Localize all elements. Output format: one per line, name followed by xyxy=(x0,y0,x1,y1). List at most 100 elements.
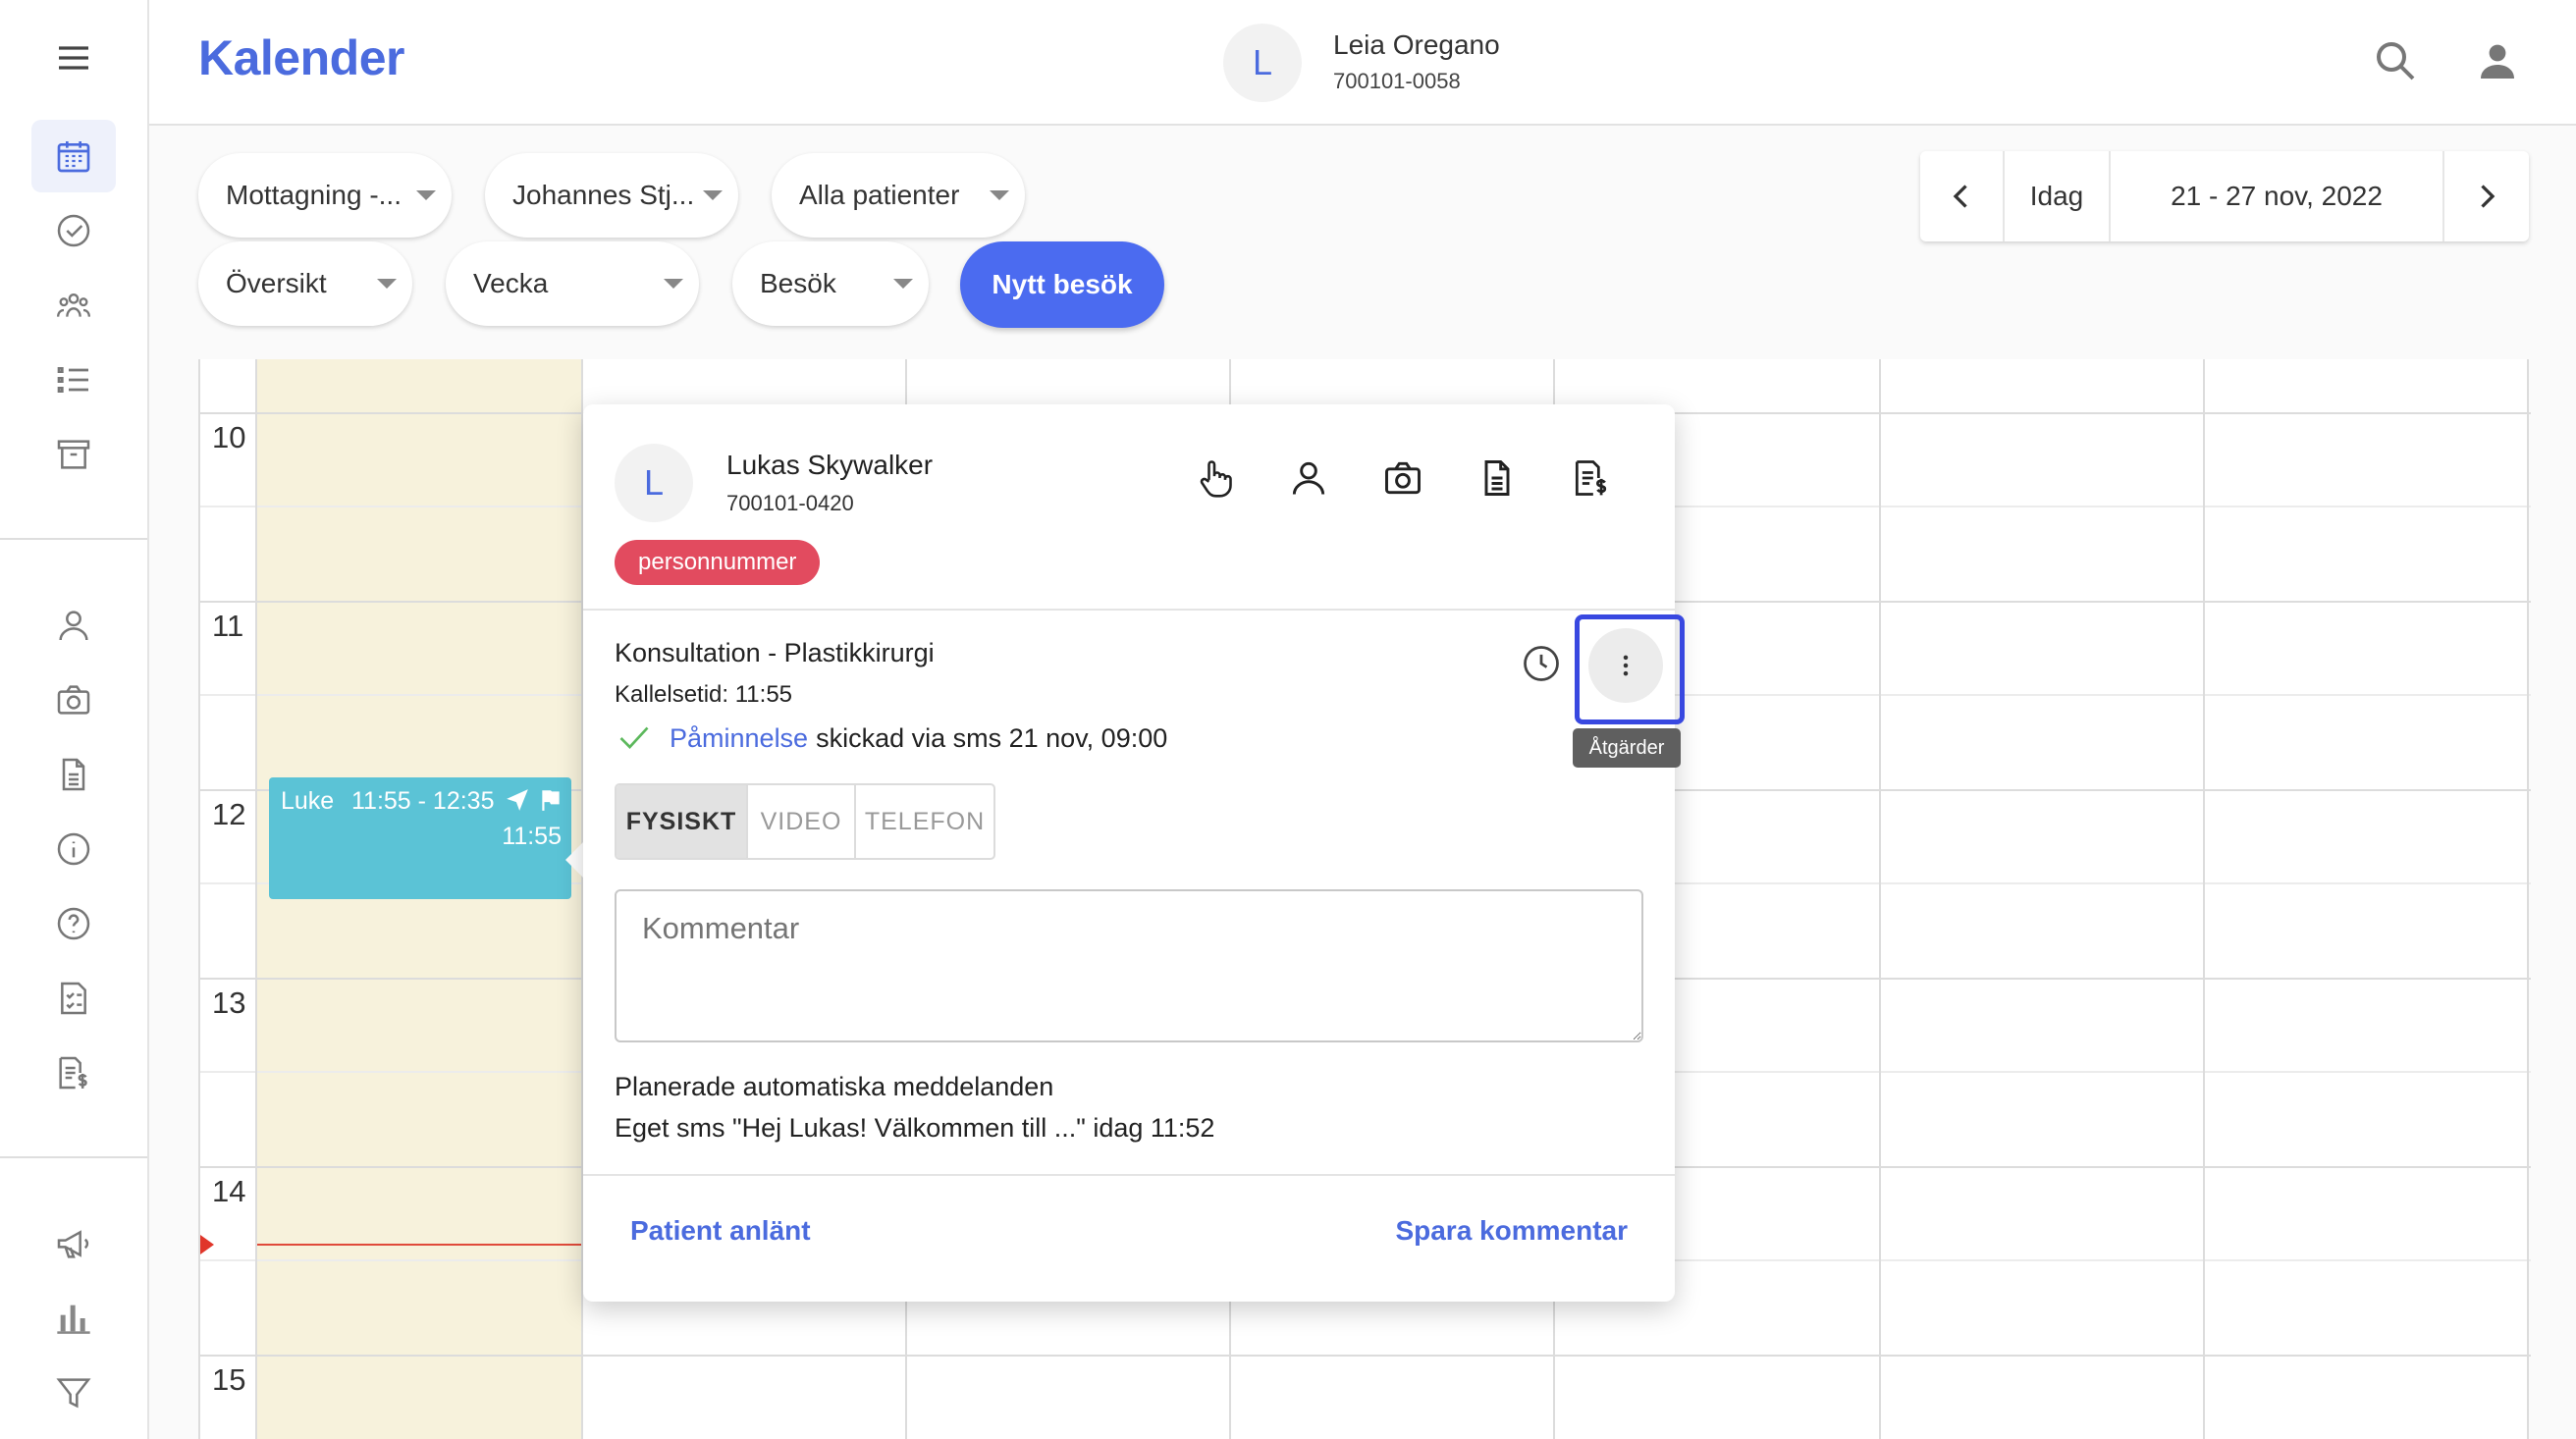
help-icon[interactable] xyxy=(31,887,116,960)
event-patient-name: Luke xyxy=(281,787,335,815)
patient-avatar: L xyxy=(615,444,693,522)
popup-pointer xyxy=(565,842,583,878)
patient-arrived-button[interactable]: Patient anlänt xyxy=(630,1215,811,1247)
today-button[interactable]: Idag xyxy=(2005,151,2111,241)
chevron-down-icon xyxy=(377,279,397,289)
type-select[interactable]: Besök xyxy=(732,241,929,326)
call-time: Kallelsetid: 11:55 xyxy=(615,681,793,708)
patient-personnummer: 700101-0420 xyxy=(726,491,854,515)
clock-icon[interactable] xyxy=(1520,642,1563,685)
type-select-value: Besök xyxy=(760,268,836,298)
patient-name[interactable]: Lukas Skywalker xyxy=(726,450,933,481)
menu-icon[interactable] xyxy=(31,22,116,94)
period-select[interactable]: Vecka xyxy=(446,241,699,326)
next-week-button[interactable] xyxy=(2444,151,2529,241)
info-icon[interactable] xyxy=(31,813,116,885)
pointer-hand-icon[interactable] xyxy=(1192,455,1237,501)
date-range[interactable]: 21 - 27 nov, 2022 xyxy=(2111,151,2444,241)
check-circle-icon[interactable] xyxy=(31,194,116,267)
reminder-status: Påminnelse skickad via sms 21 nov, 09:00 xyxy=(615,720,1167,756)
search-icon[interactable] xyxy=(2370,35,2421,86)
popup-divider xyxy=(583,1174,1675,1176)
reminder-link[interactable]: Påminnelse xyxy=(670,723,808,754)
patients-select[interactable]: Alla patienter xyxy=(772,153,1025,238)
account-icon[interactable] xyxy=(2472,35,2523,86)
hour-label: 13 xyxy=(212,986,246,1020)
practitioner-select-value: Johannes Stj... xyxy=(512,180,695,210)
chevron-right-icon xyxy=(2481,185,2496,208)
day-divider xyxy=(1879,359,1881,1439)
auto-message-item: Eget sms "Hej Lukas! Välkommen till ..."… xyxy=(615,1113,1215,1143)
new-visit-button[interactable]: Nytt besök xyxy=(960,241,1164,328)
chevron-left-icon xyxy=(1953,185,1967,208)
hour-label: 11 xyxy=(212,609,244,643)
sidebar-divider xyxy=(0,538,147,540)
visit-mode-toggle: FYSISKT VIDEO TELEFON xyxy=(615,783,995,860)
view-select-value: Översikt xyxy=(226,268,327,298)
reminder-text: skickad via sms 21 nov, 09:00 xyxy=(816,722,1168,753)
filter-icon[interactable] xyxy=(31,1357,116,1429)
previous-week-button[interactable] xyxy=(1920,151,2005,241)
sidebar-divider xyxy=(0,1156,147,1158)
comment-field[interactable] xyxy=(615,889,1643,1042)
patient-action-bar xyxy=(1192,455,1614,501)
user-avatar[interactable]: L xyxy=(1223,24,1302,102)
more-vert-icon xyxy=(1623,655,1629,676)
date-navigator: Idag 21 - 27 nov, 2022 xyxy=(1920,151,2529,241)
document-icon[interactable] xyxy=(1475,455,1520,501)
person-icon[interactable] xyxy=(1286,455,1331,501)
today-column[interactable] xyxy=(257,359,581,1439)
chevron-down-icon xyxy=(990,190,1009,200)
group-icon[interactable] xyxy=(31,269,116,342)
invoice-icon[interactable] xyxy=(31,1037,116,1109)
archive-icon[interactable] xyxy=(31,418,116,491)
day-divider xyxy=(2203,359,2205,1439)
megaphone-icon[interactable] xyxy=(31,1207,116,1280)
calendar-event[interactable]: Luke 11:55 - 12:35 11:55 xyxy=(269,777,571,899)
chevron-down-icon xyxy=(416,190,436,200)
mode-phone[interactable]: TELEFON xyxy=(856,785,993,858)
check-icon xyxy=(619,726,649,749)
current-time-line xyxy=(257,1244,581,1246)
bar-chart-icon[interactable] xyxy=(31,1282,116,1355)
user-personnummer: 700101-0058 xyxy=(1333,69,1461,93)
save-comment-button[interactable]: Spara kommentar xyxy=(1395,1215,1628,1247)
user-name: Leia Oregano xyxy=(1333,29,1500,60)
mode-physical[interactable]: FYSISKT xyxy=(617,785,748,858)
hour-line xyxy=(200,1355,2531,1357)
list-icon[interactable] xyxy=(31,344,116,416)
personnummer-badge: personnummer xyxy=(615,540,821,585)
chevron-down-icon xyxy=(664,279,683,289)
reception-select-value: Mottagning -... xyxy=(226,180,402,210)
document-icon[interactable] xyxy=(31,738,116,811)
send-icon xyxy=(507,789,528,811)
day-divider xyxy=(255,359,257,1439)
mode-video[interactable]: VIDEO xyxy=(748,785,856,858)
period-select-value: Vecka xyxy=(473,268,549,298)
sidebar xyxy=(0,0,149,1439)
chevron-down-icon xyxy=(893,279,913,289)
practitioner-select[interactable]: Johannes Stj... xyxy=(485,153,738,238)
hour-label: 14 xyxy=(212,1174,246,1208)
hour-label: 12 xyxy=(212,797,246,831)
reception-select[interactable]: Mottagning -... xyxy=(198,153,452,238)
hour-label: 10 xyxy=(212,420,246,454)
form-icon[interactable] xyxy=(31,962,116,1035)
patients-select-value: Alla patienter xyxy=(799,180,960,210)
top-header: Kalender L Leia Oregano 700101-0058 xyxy=(149,0,2576,126)
view-select[interactable]: Översikt xyxy=(198,241,412,326)
flag-icon xyxy=(542,790,560,811)
current-time-marker xyxy=(200,1235,214,1254)
actions-tooltip: Åtgärder xyxy=(1573,728,1681,768)
popup-divider xyxy=(583,609,1675,611)
invoice-icon[interactable] xyxy=(1569,455,1614,501)
camera-icon[interactable] xyxy=(1380,455,1425,501)
event-time: 11:55 - 12:35 xyxy=(351,787,495,815)
person-icon[interactable] xyxy=(31,589,116,662)
page-title: Kalender xyxy=(198,30,404,85)
more-actions-button[interactable] xyxy=(1588,628,1663,703)
camera-icon[interactable] xyxy=(31,664,116,736)
calendar-icon[interactable] xyxy=(31,120,116,192)
visit-type: Konsultation - Plastikkirurgi xyxy=(615,638,935,667)
event-call-time: 11:55 xyxy=(502,823,562,850)
